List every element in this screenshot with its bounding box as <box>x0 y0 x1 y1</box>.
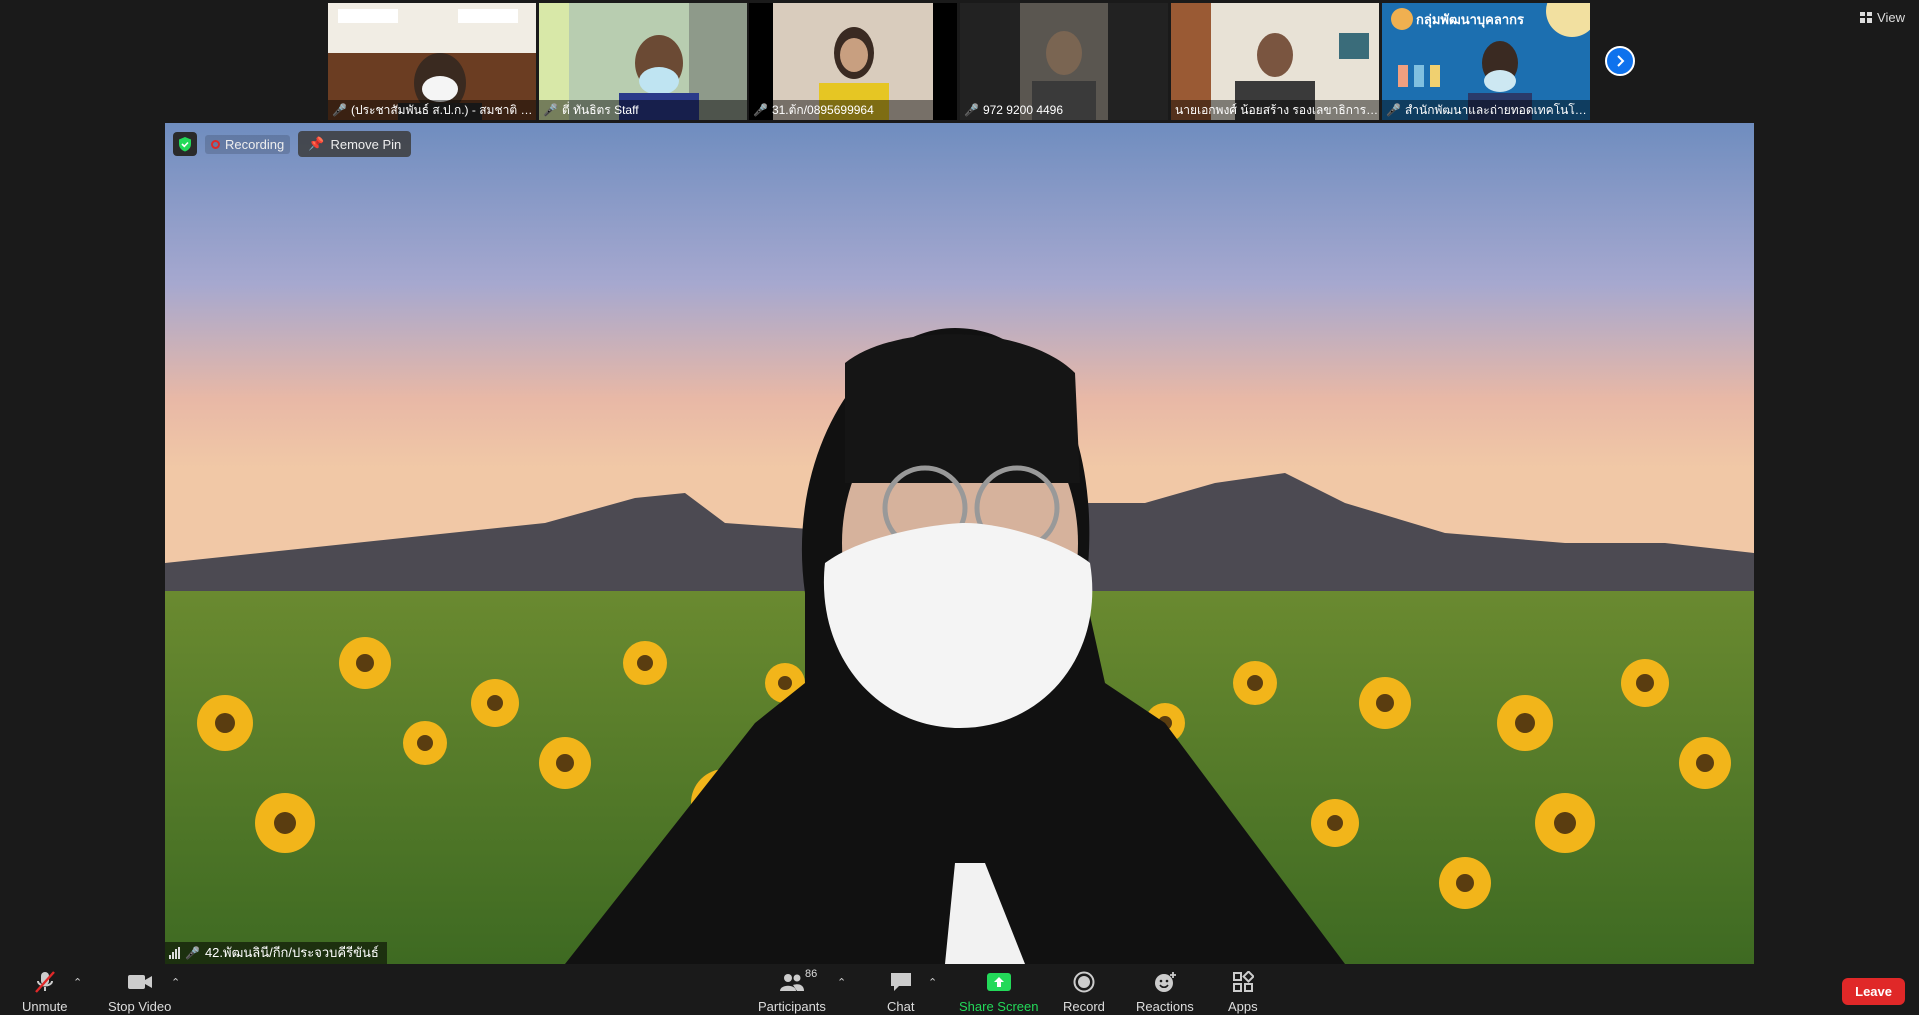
apps-button[interactable]: Apps <box>1228 970 1258 1014</box>
meeting-toolbar: Unmute ⌃ Stop Video ⌃ 86 Participants ⌃ … <box>0 964 1919 1015</box>
reactions-button[interactable]: Reactions <box>1136 970 1194 1014</box>
pin-icon: 📌 <box>308 136 325 151</box>
signal-strength-icon <box>169 947 180 959</box>
record-icon <box>1073 971 1095 993</box>
main-video: Recording 📌 Remove Pin 🎤 42.พัฒนลินี/กีก… <box>165 123 1754 964</box>
participants-options-caret-icon[interactable]: ⌃ <box>837 976 846 989</box>
participant-name: 🎤 972 9200 4496 <box>964 103 1064 117</box>
share-screen-icon <box>986 973 1011 991</box>
chevron-right-icon <box>1617 55 1625 67</box>
chat-options-caret-icon[interactable]: ⌃ <box>928 976 937 989</box>
participants-button[interactable]: 86 Participants <box>758 968 826 1014</box>
participant-thumbnail[interactable]: 🎤 (ประชาสัมพันธ์ ส.ป.ก.) - สมชาติ จ... <box>328 3 536 120</box>
chat-bubble-icon <box>890 973 911 991</box>
apps-icon <box>1232 971 1254 992</box>
participant-name: นายเอกพงศ์ น้อยสร้าง รองเลขาธิการ ส... <box>1171 100 1379 120</box>
participant-name: 🎤 ตี่ ทันธิตร Staff <box>539 100 747 120</box>
participant-thumbnail[interactable]: กลุ่มพัฒนาบุคลากร 🎤 สำนักพัฒนาและถ่ายทอดเ… <box>1382 3 1590 120</box>
participants-count: 86 <box>804 968 818 980</box>
muted-mic-icon: 🎤 <box>543 103 558 117</box>
record-dot-icon <box>211 139 220 149</box>
participants-icon <box>779 974 804 991</box>
stop-video-button[interactable]: Stop Video <box>108 970 171 1014</box>
leave-button[interactable]: Leave <box>1842 978 1905 1005</box>
unmute-button[interactable]: Unmute <box>22 970 68 1014</box>
video-options-caret-icon[interactable]: ⌃ <box>171 976 180 989</box>
muted-microphone-icon <box>34 971 55 993</box>
speaker-name-label: 🎤 42.พัฒนลินี/กีก/ประจวบคีรีขันธ์ <box>165 942 387 964</box>
participant-name: 🎤 สำนักพัฒนาและถ่ายทอดเทคโนโลยี ... <box>1382 100 1590 120</box>
remove-pin-button[interactable]: 📌 Remove Pin <box>298 131 412 157</box>
recording-indicator[interactable]: Recording <box>205 134 291 154</box>
share-screen-button[interactable]: Share Screen <box>959 970 1039 1014</box>
audio-options-caret-icon[interactable]: ⌃ <box>73 976 82 989</box>
speaker-video-feed <box>165 123 1754 964</box>
participant-name: 🎤 (ประชาสัมพันธ์ ส.ป.ก.) - สมชาติ จ... <box>328 100 536 120</box>
banner-text: กลุ่มพัฒนาบุคลากร <box>1416 12 1524 27</box>
chat-button[interactable]: Chat <box>887 970 914 1014</box>
record-button[interactable]: Record <box>1063 970 1105 1014</box>
view-button[interactable]: View <box>1860 10 1905 25</box>
muted-mic-icon: 🎤 <box>1386 103 1401 117</box>
muted-mic-icon: 🎤 <box>332 103 347 117</box>
muted-mic-icon: 🎤 <box>753 103 768 117</box>
muted-mic-icon: 🎤 <box>964 103 979 117</box>
next-page-button[interactable] <box>1605 46 1635 76</box>
participant-thumbnail[interactable]: 🎤 972 9200 4496 <box>960 3 1168 120</box>
participant-thumbnail[interactable]: 🎤 ตี่ ทันธิตร Staff <box>539 3 747 120</box>
muted-mic-icon: 🎤 <box>185 946 200 960</box>
participant-thumbnail[interactable]: 🎤 31.ต้ก/0895699964 <box>749 3 957 120</box>
participant-thumbnail[interactable]: นายเอกพงศ์ น้อยสร้าง รองเลขาธิการ ส... <box>1171 3 1379 120</box>
security-shield-icon[interactable] <box>173 132 197 156</box>
grid-icon <box>1860 12 1873 23</box>
meeting-status-bar: Recording 📌 Remove Pin <box>173 131 412 157</box>
video-camera-icon <box>127 975 152 989</box>
participant-name: 🎤 31.ต้ก/0895699964 <box>749 100 957 120</box>
smiley-face-icon <box>1154 972 1176 992</box>
